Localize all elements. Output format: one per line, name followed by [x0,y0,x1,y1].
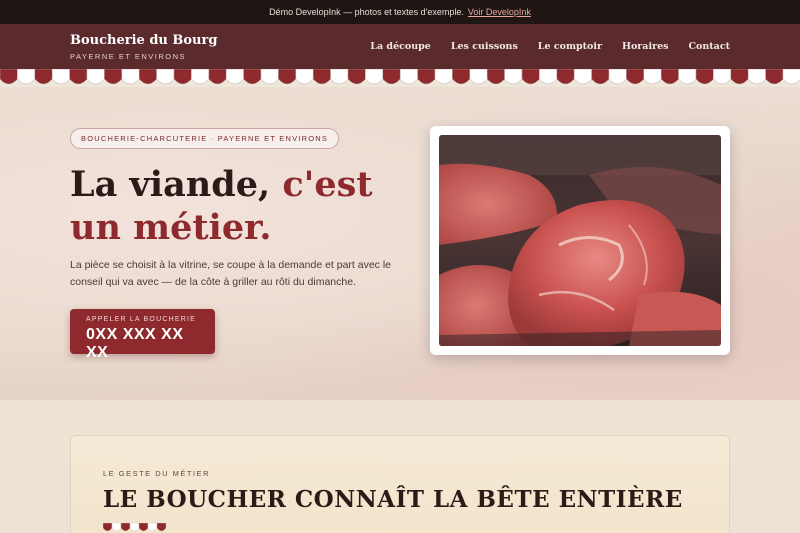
headline-plain: La viande, [70,164,283,205]
awning-scallop [312,69,331,85]
mini-awning-scallop [129,523,140,532]
awning-scallop [730,69,749,85]
awning-scallop [399,69,418,85]
awning-scallop [417,69,436,85]
awning-scallop [434,69,453,85]
awning-scallop [51,69,70,85]
awning-scallop [365,69,384,85]
awning-scallop [191,69,210,85]
demo-bar-text: Démo DevelopInk — photos et textes d'exe… [269,7,464,17]
hero-photo-frame [430,126,730,355]
nav-item-comptoir[interactable]: Le comptoir [538,41,602,52]
awning-scallop [34,69,53,85]
metier-section: LE GESTE DU MÉTIER LE BOUCHER CONNAÎT LA… [0,400,800,533]
section-title: LE BOUCHER CONNAÎT LA BÊTE ENTIÈRE [103,486,683,513]
awning-scallop [104,69,123,85]
mini-awning-scallop [103,523,113,532]
mini-awning-scallop [120,523,131,532]
awning-scallop [330,69,349,85]
awning-scallop [678,69,697,85]
awning-scallop [382,69,401,85]
awning-scallop [573,69,592,85]
awning-scallop [347,69,366,85]
awning-scallop [747,69,766,85]
awning-scallop [556,69,575,85]
awning-scallop [695,69,714,85]
headline-accent-1: c'est [282,164,373,205]
hero-lead: La pièce se choisit à la vitrine, se cou… [70,259,392,288]
call-button-phone: 0XX XXX XX XX [86,326,184,361]
awning-scallop [452,69,471,85]
demo-bar: Démo DevelopInk — photos et textes d'exe… [0,0,800,24]
nav-item-cuissons[interactable]: Les cuissons [451,41,518,52]
brand-name: Boucherie du Bourg [70,32,218,48]
demo-bar-link[interactable]: Voir DevelopInk [468,7,531,17]
awning-scallop [173,69,192,85]
awning-svg [0,69,800,85]
awning-scallop [591,69,610,85]
awning-scallop [643,69,662,85]
awning-scallop [86,69,105,85]
awning-scallop [138,69,157,85]
awning-scallop [521,69,540,85]
main-nav: La découpe Les cuissons Le comptoir Hora… [370,41,730,52]
awning-scallop [608,69,627,85]
awning-scallop [295,69,314,85]
awning-scallop [278,69,297,85]
mini-awning-scallop [156,523,167,532]
hero-section: BOUCHERIE-CHARCUTERIE · PAYERNE ET ENVIR… [0,87,800,400]
mini-awning-scallop [138,523,149,532]
awning-scallop [486,69,505,85]
metier-card: LE GESTE DU MÉTIER LE BOUCHER CONNAÎT LA… [70,435,730,533]
headline-accent-2: un métier. [70,207,272,248]
meat-photo [439,135,721,346]
awning-scallop [17,69,36,85]
awning-scallop [156,69,175,85]
awning-scallop [243,69,262,85]
nav-item-decoupe[interactable]: La découpe [370,41,431,52]
mini-awning-scallop [147,523,158,532]
awning-scallop [69,69,88,85]
awning-scallop [782,69,800,85]
awning-scallop [504,69,523,85]
call-button[interactable]: APPELER LA BOUCHERIE 0XX XXX XX XX [70,309,215,361]
awning-scallop [208,69,227,85]
section-eyebrow: LE GESTE DU MÉTIER [103,469,211,478]
brand[interactable]: Boucherie du Bourg PAYERNE ET ENVIRONS [70,33,217,61]
call-button-label: APPELER LA BOUCHERIE [86,316,196,323]
awning-scallop [0,69,18,85]
site-header: Boucherie du Bourg PAYERNE ET ENVIRONS L… [0,24,800,69]
awning-scallop [765,69,784,85]
awning-decoration [0,69,800,87]
nav-item-horaires[interactable]: Horaires [622,41,668,52]
awning-scallop [260,69,279,85]
awning-scallop [539,69,558,85]
awning-scallop [225,69,244,85]
awning-scallop [713,69,732,85]
mini-awning-decoration [103,523,167,532]
awning-scallop [469,69,488,85]
mini-awning-scallop [111,523,122,532]
hero-tag: BOUCHERIE-CHARCUTERIE · PAYERNE ET ENVIR… [70,128,340,149]
awning-scallop [626,69,645,85]
awning-scallop [121,69,140,85]
nav-item-contact[interactable]: Contact [688,41,730,52]
hero-headline: La viande, c'est un métier. [70,163,400,249]
brand-subtitle: PAYERNE ET ENVIRONS [70,51,187,61]
awning-scallop [660,69,679,85]
